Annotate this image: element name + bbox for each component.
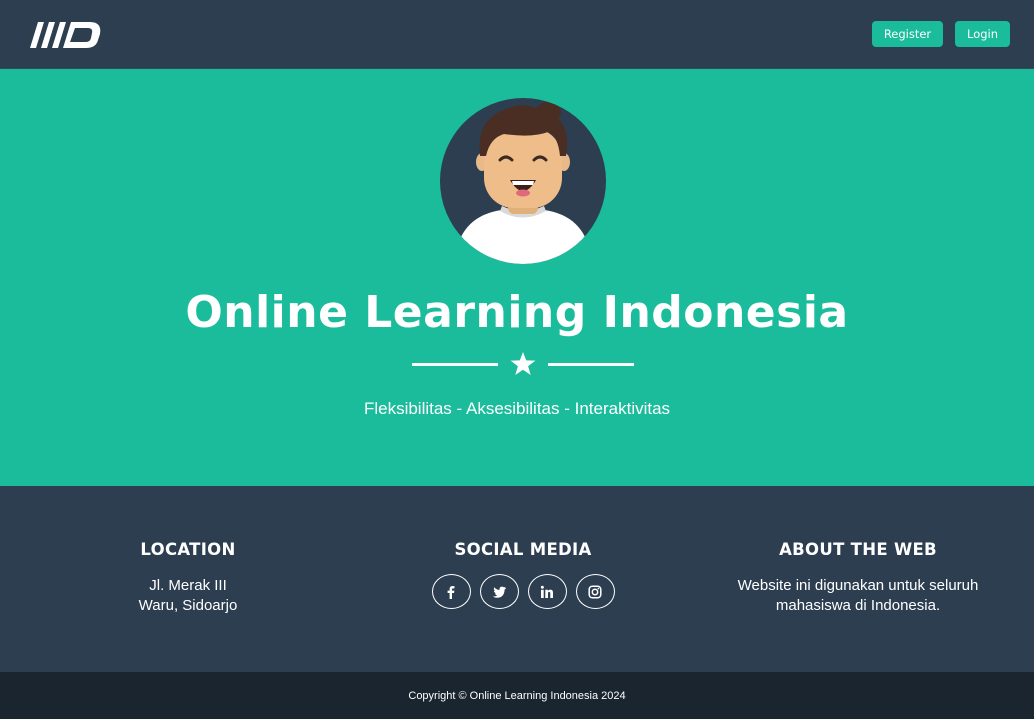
location-heading: LOCATION	[140, 540, 236, 559]
linkedin-link[interactable]	[527, 574, 567, 609]
footer: LOCATION Jl. Merak III Waru, Sidoarjo SO…	[0, 486, 1034, 672]
social-media-heading: SOCIAL MEDIA	[454, 540, 592, 559]
social-links	[423, 574, 623, 609]
twitter-link[interactable]	[479, 574, 519, 609]
hero-section: Online Learning Indonesia Fleksibilitas …	[0, 69, 1034, 486]
login-button[interactable]: Login	[955, 21, 1010, 47]
instagram-icon	[588, 584, 602, 599]
linkedin-icon	[540, 585, 553, 598]
facebook-icon	[447, 585, 455, 599]
smiling-man-avatar-icon	[440, 98, 606, 264]
register-button[interactable]: Register	[872, 21, 943, 47]
twitter-icon	[492, 586, 506, 598]
divider-line-left	[412, 363, 498, 366]
instagram-link[interactable]	[575, 574, 615, 609]
md-logo-icon[interactable]	[30, 22, 102, 48]
location-line-1: Jl. Merak III	[149, 577, 227, 594]
location-line-2: Waru, Sidoarjo	[138, 597, 238, 614]
about-line-2: mahasiswa di Indonesia.	[775, 597, 941, 614]
about-heading: ABOUT THE WEB	[779, 540, 937, 559]
page-title: Online Learning Indonesia	[185, 287, 849, 338]
footer-location: LOCATION Jl. Merak III Waru, Sidoarjo	[88, 540, 288, 616]
hero-subtitle: Fleksibilitas - Aksesibilitas - Interakt…	[363, 399, 671, 418]
star-icon	[510, 352, 536, 375]
footer-about: ABOUT THE WEB Website ini digunakan untu…	[718, 540, 998, 616]
copyright-text: Copyright © Online Learning Indonesia 20…	[408, 689, 626, 702]
divider-line-right	[548, 363, 634, 366]
copyright-bar: Copyright © Online Learning Indonesia 20…	[0, 672, 1034, 719]
footer-social-media: SOCIAL MEDIA	[423, 540, 623, 609]
about-line-1: Website ini digunakan untuk seluruh	[737, 577, 979, 594]
title-divider	[412, 352, 634, 376]
navbar: Register Login	[0, 0, 1034, 69]
facebook-link[interactable]	[431, 574, 471, 609]
